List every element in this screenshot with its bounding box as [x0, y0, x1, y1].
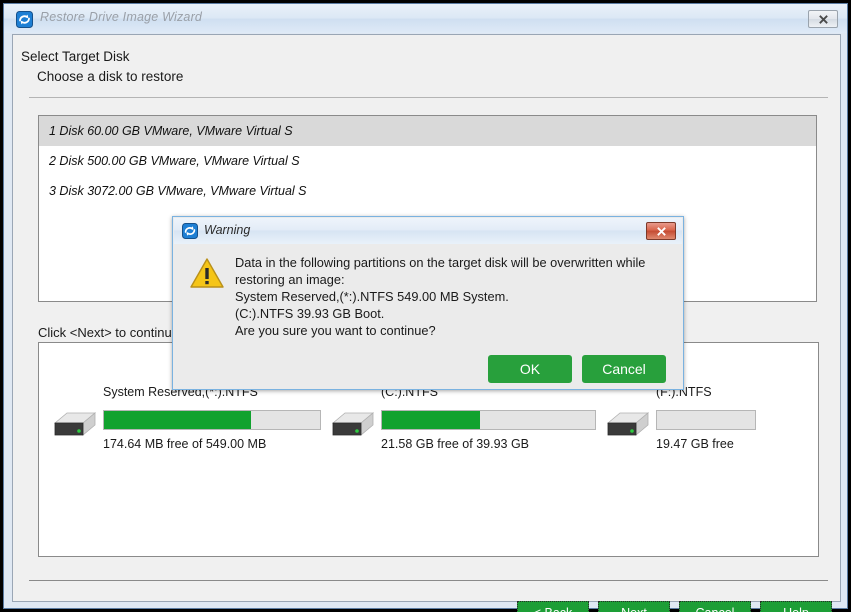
warning-dialog: Warning Data in the following partitions…	[172, 216, 684, 390]
dialog-buttons: OK Cancel	[488, 355, 666, 383]
partition-item[interactable]: (C:).NTFS 21.58 GB free of 39.93 GB	[329, 385, 596, 451]
dialog-ok-button[interactable]: OK	[488, 355, 572, 383]
dialog-message-line: Data in the following partitions on the …	[235, 255, 646, 287]
partition-free-text: 174.64 MB free of 549.00 MB	[103, 437, 267, 451]
hard-drive-icon	[329, 397, 377, 439]
cancel-button[interactable]: Cancel	[679, 601, 751, 612]
window-title: Restore Drive Image Wizard	[40, 10, 203, 24]
continue-hint: Click <Next> to continue	[38, 325, 179, 340]
hard-drive-icon	[51, 397, 99, 439]
page-subtitle: Choose a disk to restore	[37, 69, 184, 84]
hard-drive-icon	[604, 397, 652, 439]
dialog-titlebar: Warning	[174, 218, 682, 244]
back-button[interactable]: < Back	[517, 601, 589, 612]
partition-item[interactable]: (F:).NTFS 19.47 GB free	[604, 385, 756, 451]
partition-item[interactable]: System Reserved,(*:).NTFS 174.64 MB free…	[51, 385, 321, 451]
window-close-button[interactable]	[808, 10, 838, 28]
page-title: Select Target Disk	[21, 49, 130, 64]
dialog-message: Data in the following partitions on the …	[235, 254, 675, 339]
partition-usage-bar	[381, 410, 596, 430]
window-titlebar: Restore Drive Image Wizard	[4, 4, 847, 33]
dialog-close-button[interactable]	[646, 222, 676, 240]
dialog-message-line: System Reserved,(*:).NTFS 549.00 MB Syst…	[235, 289, 509, 304]
footer-buttons: < Back Next Cancel Help	[517, 601, 832, 612]
warning-triangle-icon	[190, 257, 224, 289]
disk-list-item[interactable]: 2 Disk 500.00 GB VMware, VMware Virtual …	[39, 146, 816, 176]
partition-free-text: 21.58 GB free of 39.93 GB	[381, 437, 530, 451]
restore-sync-icon	[182, 223, 198, 239]
partition-usage-fill	[382, 411, 480, 429]
dialog-message-line: (C:).NTFS 39.93 GB Boot.	[235, 306, 385, 321]
partition-usage-bar	[103, 410, 321, 430]
close-icon	[818, 14, 828, 24]
disk-list-item[interactable]: 3 Disk 3072.00 GB VMware, VMware Virtual…	[39, 176, 816, 206]
partition-free-text: 19.47 GB free	[656, 437, 734, 451]
header-divider	[29, 97, 828, 98]
close-icon	[656, 226, 666, 236]
partition-usage-fill	[104, 411, 251, 429]
dialog-title: Warning	[204, 223, 251, 237]
footer-divider	[29, 580, 828, 581]
screen: Restore Drive Image Wizard Select Target…	[0, 0, 851, 612]
restore-sync-icon	[16, 11, 33, 28]
disk-list-item[interactable]: 1 Disk 60.00 GB VMware, VMware Virtual S	[39, 116, 816, 146]
next-button[interactable]: Next	[598, 601, 670, 612]
dialog-cancel-button[interactable]: Cancel	[582, 355, 666, 383]
help-button[interactable]: Help	[760, 601, 832, 612]
partition-usage-bar	[656, 410, 756, 430]
dialog-message-line: Are you sure you want to continue?	[235, 323, 436, 338]
